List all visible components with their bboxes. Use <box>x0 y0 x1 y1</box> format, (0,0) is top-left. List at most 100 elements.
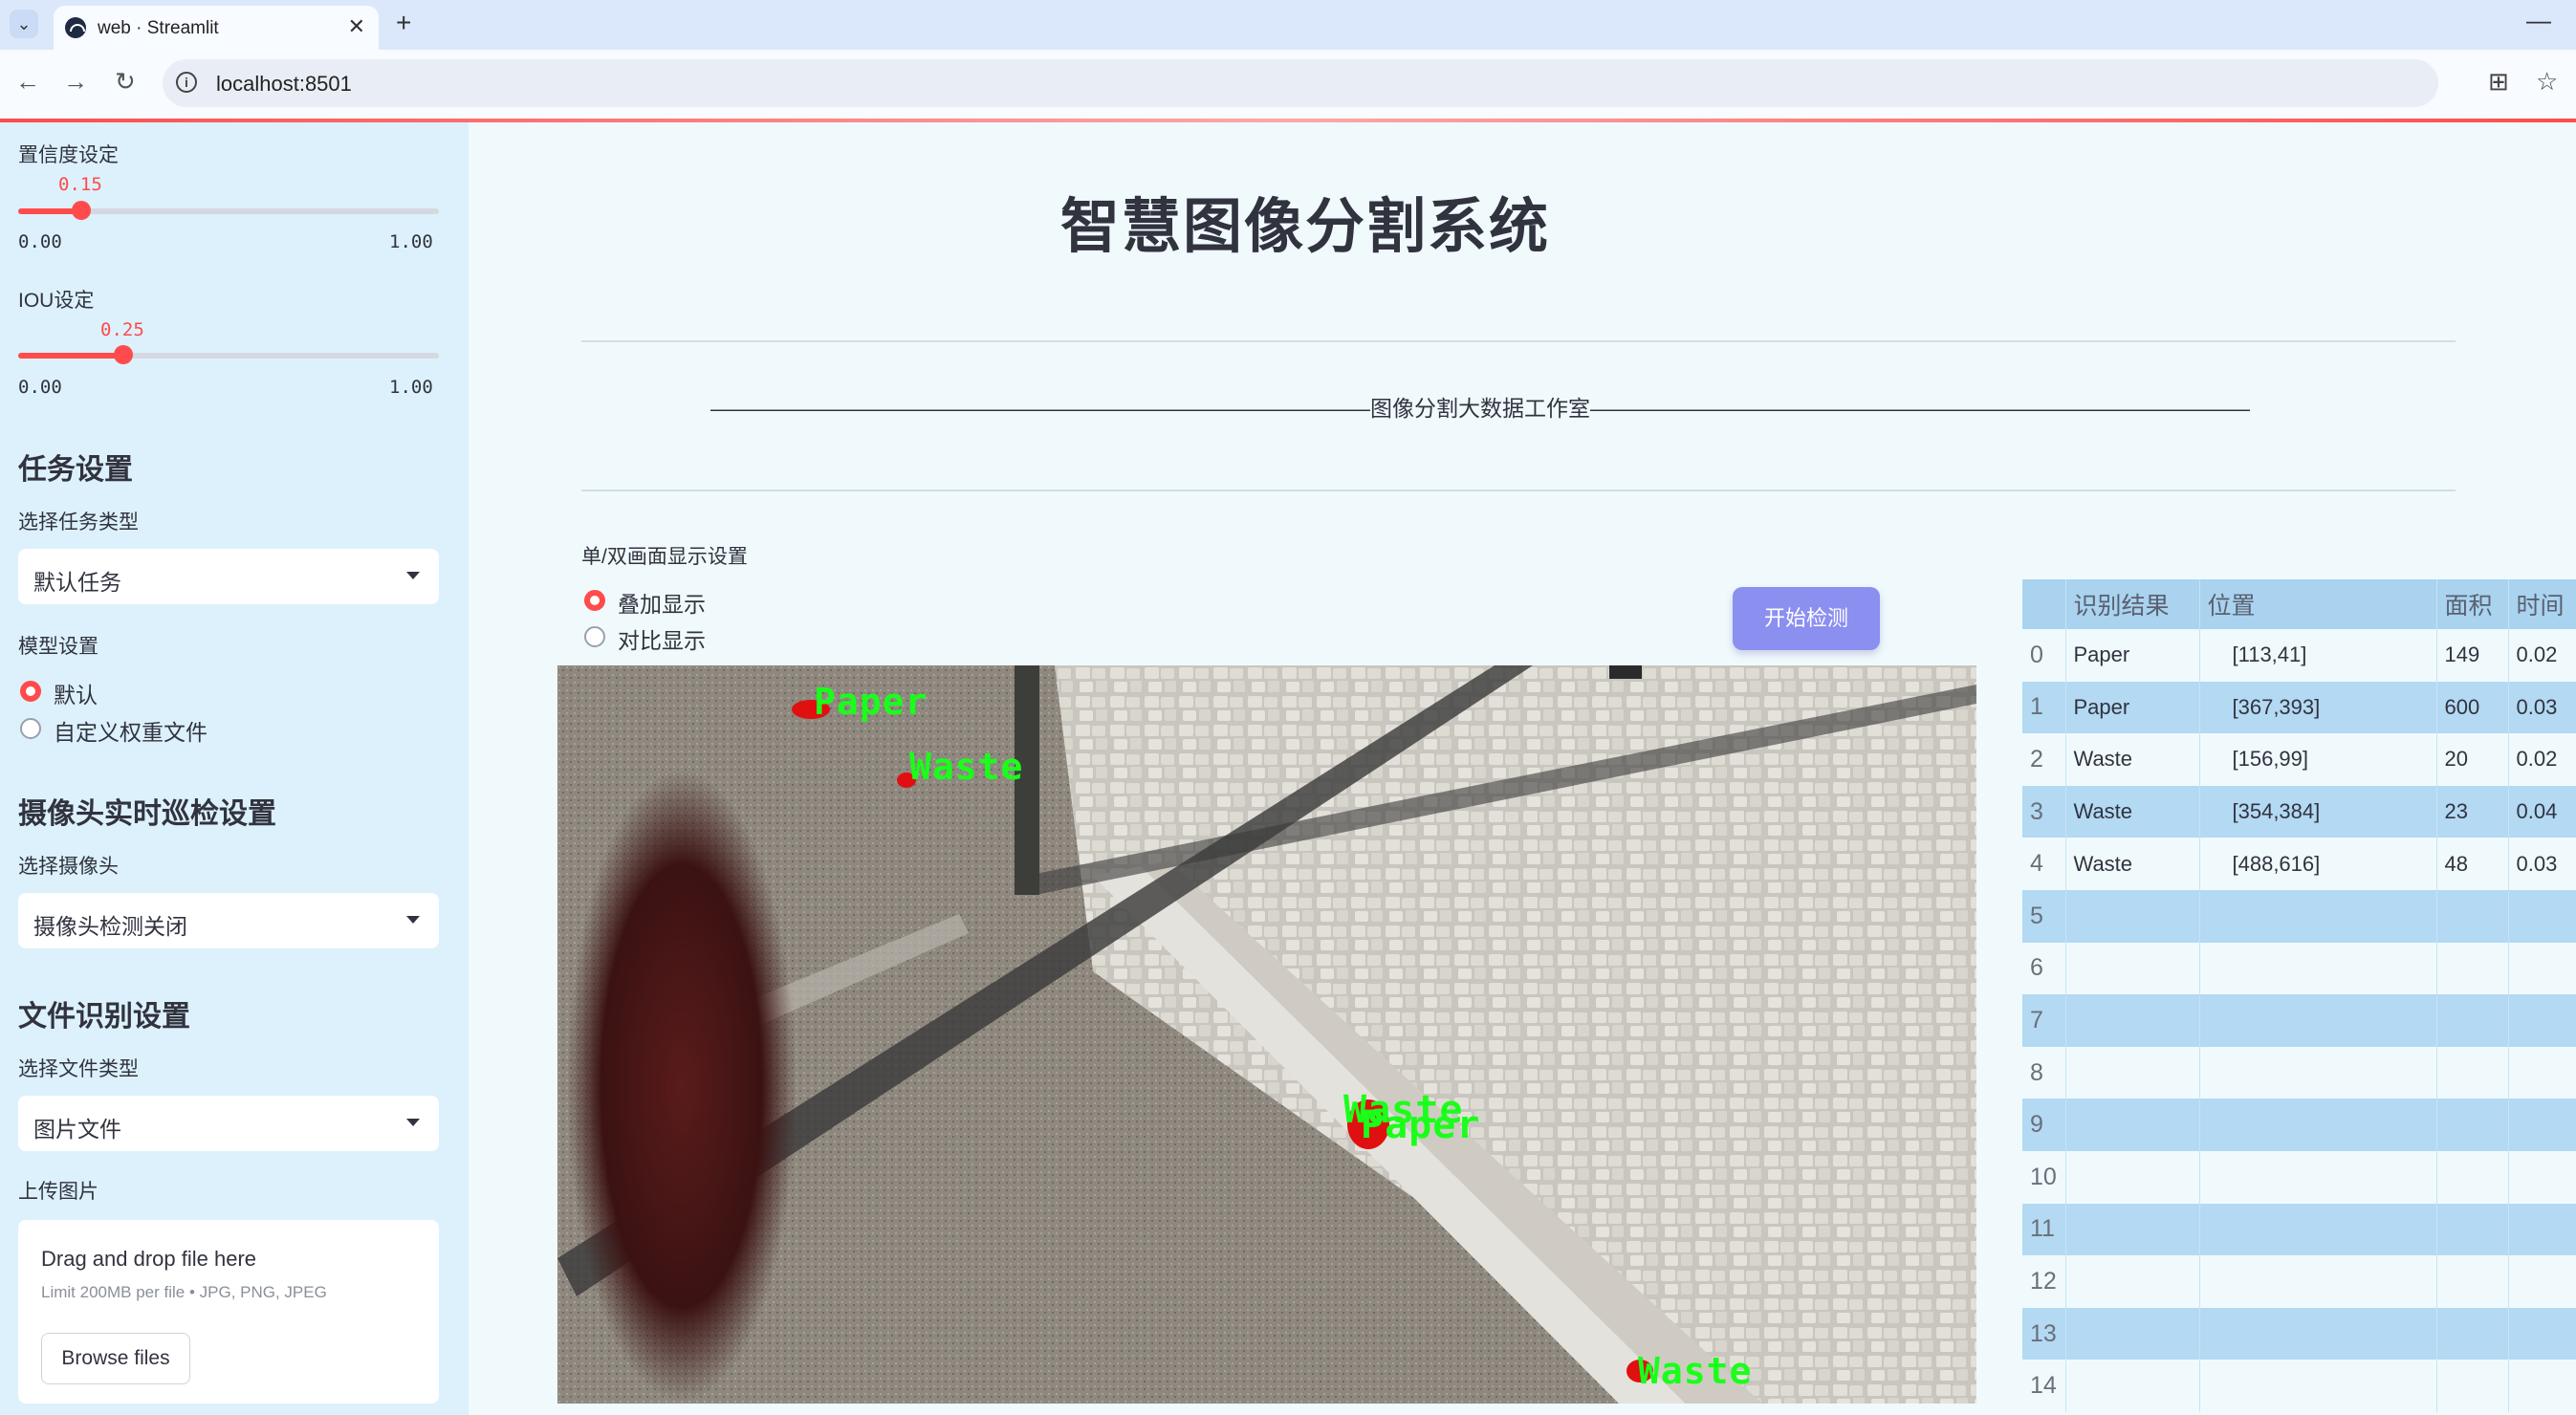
table-row[interactable]: 5 <box>2022 889 2576 943</box>
iou-slider[interactable] <box>18 345 439 364</box>
display-option-compare-label: 对比显示 <box>618 628 706 653</box>
table-row[interactable]: 11 <box>2022 1203 2576 1256</box>
column-header[interactable]: 面积 <box>2436 579 2509 629</box>
table-row[interactable]: 4 Waste [488,616] 48 0.03 <box>2022 838 2576 890</box>
table-cell: Waste <box>2065 785 2200 838</box>
camera-select[interactable]: 摄像头检测关闭 <box>18 893 439 948</box>
file-type-select[interactable]: 图片文件 <box>18 1096 439 1151</box>
dropzone-instructions: Drag and drop file here <box>41 1247 257 1271</box>
table-row[interactable]: 0 Paper [113,41] 149 0.02 <box>2022 629 2576 682</box>
model-radio-default[interactable] <box>20 681 41 702</box>
browse-files-button[interactable]: Browse files <box>41 1333 190 1384</box>
column-header[interactable]: 位置 <box>2199 579 2437 629</box>
display-radio-compare[interactable] <box>584 626 605 647</box>
table-body: 0 Paper [113,41] 149 0.02 1 Paper [367,393] 600 0… <box>2022 629 2576 1412</box>
results-table[interactable]: 识别结果 位置 面积 时间 0 Paper [113,41] 149 0.02 1 Paper [3… <box>2022 579 2576 1412</box>
column-header[interactable] <box>2022 579 2066 629</box>
table-cell: Paper <box>2065 681 2200 734</box>
table-cell <box>2508 942 2576 995</box>
table-cell: 0.03 <box>2508 838 2576 890</box>
file-dropzone[interactable]: Drag and drop file here Limit 200MB per … <box>18 1220 439 1404</box>
divider <box>581 490 2456 491</box>
back-arrow-icon[interactable]: ← <box>15 67 40 97</box>
confidence-slider-thumb[interactable] <box>72 201 91 220</box>
row-index: 9 <box>2022 1099 2066 1151</box>
site-info-icon[interactable]: i <box>176 72 197 93</box>
row-index: 12 <box>2022 1255 2066 1308</box>
tab-title: web · Streamlit <box>98 18 219 38</box>
model-option-custom-label: 自定义权重文件 <box>54 720 207 745</box>
street-scene-image <box>557 665 1976 1404</box>
main-content: 智慧图像分割系统 ——————————————————————————————图… <box>469 122 2576 1415</box>
table-row[interactable]: 7 <box>2022 994 2576 1047</box>
url-field[interactable]: i localhost:8501 <box>163 59 2438 107</box>
row-index: 7 <box>2022 994 2066 1047</box>
column-header[interactable]: 时间 <box>2508 579 2576 629</box>
iou-min: 0.00 <box>18 377 62 398</box>
table-cell <box>2199 942 2437 995</box>
row-index: 10 <box>2022 1150 2066 1204</box>
window-minimize-icon[interactable]: — <box>2526 6 2551 35</box>
model-radio-custom[interactable] <box>20 718 41 739</box>
table-row[interactable]: 13 <box>2022 1307 2576 1361</box>
table-row[interactable]: 9 <box>2022 1099 2576 1151</box>
table-cell <box>2508 1099 2576 1151</box>
iou-slider-thumb[interactable] <box>114 345 133 364</box>
table-row[interactable]: 2 Waste [156,99] 20 0.02 <box>2022 733 2576 786</box>
bookmark-star-icon[interactable]: ☆ <box>2536 67 2558 97</box>
table-cell: [367,393] <box>2199 681 2437 734</box>
table-cell <box>2436 1255 2509 1308</box>
forward-arrow-icon[interactable]: → <box>63 67 88 97</box>
translate-icon[interactable]: ⊞ <box>2488 67 2509 97</box>
table-cell <box>2436 1203 2509 1256</box>
reload-icon[interactable]: ↻ <box>115 67 136 97</box>
url-text: localhost:8501 <box>216 72 352 96</box>
detection-label-waste: Waste <box>1638 1350 1753 1392</box>
studio-banner: ——————————————————————————————图像分割大数据工作室… <box>710 396 2250 421</box>
confidence-value: 0.15 <box>58 174 102 195</box>
table-row[interactable]: 12 <box>2022 1255 2576 1308</box>
display-radio-overlay[interactable] <box>584 590 605 611</box>
table-cell <box>2065 1203 2200 1256</box>
table-cell: 0.03 <box>2508 681 2576 734</box>
detection-label-paper: Paper <box>814 681 928 723</box>
table-row[interactable]: 3 Waste [354,384] 23 0.04 <box>2022 785 2576 838</box>
column-header[interactable]: 识别结果 <box>2065 579 2200 629</box>
table-cell <box>2508 1255 2576 1308</box>
file-type-label: 选择文件类型 <box>18 1058 139 1080</box>
task-type-select[interactable]: 默认任务 <box>18 549 439 604</box>
table-cell <box>2199 1046 2437 1099</box>
confidence-label: 置信度设定 <box>18 144 119 166</box>
start-detection-button[interactable]: 开始检测 <box>1733 587 1880 650</box>
table-cell <box>2199 1307 2437 1361</box>
iou-value: 0.25 <box>100 319 144 340</box>
table-cell <box>2436 1046 2509 1099</box>
new-tab-icon[interactable]: + <box>396 8 411 38</box>
table-row[interactable]: 10 <box>2022 1150 2576 1204</box>
table-row[interactable]: 8 <box>2022 1046 2576 1099</box>
table-row[interactable]: 6 <box>2022 942 2576 995</box>
table-row[interactable]: 14 <box>2022 1360 2576 1412</box>
table-cell <box>2436 994 2509 1047</box>
camera-settings-heading: 摄像头实时巡检设置 <box>18 798 276 830</box>
row-index: 2 <box>2022 733 2066 786</box>
table-cell <box>2436 889 2509 943</box>
tab-list-chevron-icon[interactable]: ⌄ <box>10 10 38 38</box>
detection-label-waste: Waste <box>909 746 1024 788</box>
table-row[interactable]: 1 Paper [367,393] 600 0.03 <box>2022 681 2576 734</box>
browser-tab[interactable]: web · Streamlit ✕ <box>54 6 379 50</box>
tab-close-icon[interactable]: ✕ <box>348 14 365 39</box>
row-index: 3 <box>2022 785 2066 838</box>
task-settings-heading: 任务设置 <box>18 454 133 486</box>
table-cell <box>2436 1307 2509 1361</box>
table-cell: 23 <box>2436 785 2509 838</box>
upload-label: 上传图片 <box>18 1181 98 1203</box>
row-index: 4 <box>2022 838 2066 890</box>
table-cell <box>2199 994 2437 1047</box>
model-option-default-label: 默认 <box>54 683 98 708</box>
row-index: 11 <box>2022 1203 2066 1256</box>
table-cell <box>2065 1150 2200 1204</box>
row-index: 6 <box>2022 942 2066 995</box>
table-cell <box>2199 889 2437 943</box>
table-cell <box>2065 1255 2200 1308</box>
